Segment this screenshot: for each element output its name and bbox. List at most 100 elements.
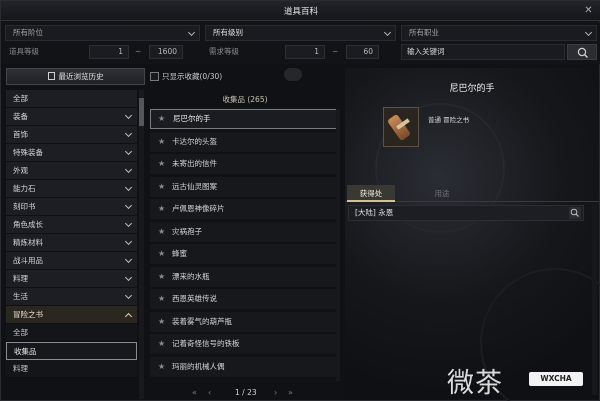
req-level-min-input[interactable]: 1 <box>285 45 325 59</box>
item-name: 漂来的水瓶 <box>172 271 210 281</box>
list-item[interactable]: ★ 未寄出的信件 <box>150 154 340 174</box>
last-page-button[interactable]: » <box>288 386 293 399</box>
tab-label: 获得处 <box>359 189 383 198</box>
item-name: 未寄出的信件 <box>172 159 217 168</box>
category-list: 全部 装备 首饰 特殊装备 外观 能力石 刻印书 角色成长 精炼材料 战斗用品 … <box>6 90 137 378</box>
category-cooking[interactable]: 料理 <box>6 270 137 288</box>
close-icon[interactable]: ✕ <box>582 4 595 17</box>
item-detail-panel: 尼巴尔的手 普通 冒险之书 获得处 用途 [大陆] 永恩 <box>345 68 600 401</box>
tab-usage[interactable]: 用途 <box>397 185 487 202</box>
part-select[interactable]: 所有阶位 <box>5 25 200 41</box>
chevron-down-icon <box>124 111 133 120</box>
category-label: 外观 <box>13 166 28 175</box>
star-icon[interactable]: ★ <box>158 132 165 152</box>
list-item[interactable]: ★ 卢佩恩神像碎片 <box>150 199 340 219</box>
item-name: 尼巴尔的手 <box>173 114 211 123</box>
source-scrollbar[interactable] <box>592 205 597 395</box>
star-icon[interactable]: ★ <box>158 110 165 128</box>
chevron-down-icon <box>124 201 133 210</box>
detail-item-name: 尼巴尔的手 <box>449 84 495 94</box>
list-item[interactable]: ★ 远古仙灵图案 <box>150 176 340 197</box>
window-title: 道具百科 <box>283 7 318 17</box>
category-label: 刻印书 <box>13 202 36 211</box>
list-item[interactable]: ★ 蜂蜜 <box>150 244 340 264</box>
category-label: 全部 <box>13 94 28 103</box>
watermark-logo: 微茶 <box>447 368 503 399</box>
category-label: 装备 <box>13 112 28 121</box>
list-item[interactable]: ★ 玛丽的机械人偶 <box>150 356 340 377</box>
list-item[interactable]: ★ 装着雾气的葫芦瓶 <box>150 311 340 332</box>
job-select[interactable]: 所有职业 <box>401 25 597 41</box>
star-icon[interactable]: ★ <box>158 267 165 287</box>
star-icon[interactable]: ★ <box>158 244 165 264</box>
chevron-down-icon <box>584 28 593 37</box>
category-accessory[interactable]: 首饰 <box>6 126 137 144</box>
category-scrollbar[interactable] <box>139 90 144 399</box>
star-icon[interactable]: ★ <box>158 357 165 377</box>
item-name: 西恩英雄传说 <box>172 294 217 303</box>
first-page-button[interactable]: « <box>192 386 197 399</box>
item-list-scrollbar[interactable] <box>336 109 340 381</box>
list-item[interactable]: ★ 记着奇怪信号的铁板 <box>150 334 340 354</box>
list-item[interactable]: ★ 灾祸孢子 <box>150 221 340 242</box>
grade-select[interactable]: 所有级别 <box>205 25 396 41</box>
star-icon[interactable]: ★ <box>158 199 165 219</box>
prev-page-button[interactable]: ‹ <box>208 386 211 399</box>
chevron-down-icon <box>124 291 133 300</box>
list-item[interactable]: ★ 卡达尔的头盔 <box>150 131 340 152</box>
filter-bar: 所有阶位 所有级别 所有职业 道具等级 1 ~ 1600 需求等级 1 ~ 60… <box>1 22 600 64</box>
category-ability-stone[interactable]: 能力石 <box>6 180 137 198</box>
chat-bubble-icon[interactable] <box>284 68 302 81</box>
next-page-button[interactable]: › <box>274 386 277 399</box>
category-label: 能力石 <box>13 184 36 193</box>
page-indicator: 1 / 23 <box>235 388 257 397</box>
category-battle-item[interactable]: 战斗用品 <box>6 252 137 270</box>
category-special-equipment[interactable]: 特殊装备 <box>6 144 137 162</box>
source-row[interactable]: [大陆] 永恩 <box>348 205 584 221</box>
watermark-tag: WXCHA <box>529 372 583 386</box>
scrollbar-thumb[interactable] <box>139 98 144 126</box>
req-level-label: 需求等级 <box>209 47 239 56</box>
star-icon[interactable]: ★ <box>158 222 165 242</box>
star-icon[interactable]: ★ <box>158 177 165 197</box>
category-equipment[interactable]: 装备 <box>6 108 137 126</box>
subcategory-all[interactable]: 全部 <box>6 324 137 342</box>
category-engraving-book[interactable]: 刻印书 <box>6 198 137 216</box>
search-button[interactable] <box>567 44 597 60</box>
item-level-max-input[interactable]: 1600 <box>149 45 183 59</box>
list-item[interactable]: ★ 漂来的水瓶 <box>150 266 340 287</box>
detail-tabs: 获得处 用途 <box>345 185 599 202</box>
history-icon <box>47 72 55 80</box>
list-item[interactable]: ★ 尼巴尔的手 <box>150 109 340 129</box>
subcategory-cooking[interactable]: 料理 <box>6 360 137 378</box>
locate-button[interactable] <box>569 207 581 219</box>
star-icon[interactable]: ★ <box>158 312 165 332</box>
item-list: ★ 尼巴尔的手 ★ 卡达尔的头盔 ★ 未寄出的信件 ★ 远古仙灵图案 ★ 卢佩恩神像碎片 … <box>150 109 340 379</box>
category-life[interactable]: 生活 <box>6 288 137 306</box>
item-level-min-input[interactable]: 1 <box>89 45 129 59</box>
category-refining-material[interactable]: 精炼材料 <box>6 234 137 252</box>
recent-history-button[interactable]: 最近浏览历史 <box>6 68 145 85</box>
category-appearance[interactable]: 外观 <box>6 162 137 180</box>
star-icon[interactable]: ★ <box>158 154 165 174</box>
category-sidebar: 最近浏览历史 全部 装备 首饰 特殊装备 外观 能力石 刻印书 角色成长 精炼材… <box>4 68 146 399</box>
category-all[interactable]: 全部 <box>6 90 137 108</box>
subcategory-collectibles[interactable]: 收集品 <box>6 342 137 360</box>
favorites-only-toggle[interactable]: 只显示收藏(0/30) <box>150 71 222 82</box>
item-icon <box>383 107 419 147</box>
item-name: 装着雾气的葫芦瓶 <box>172 316 232 326</box>
search-icon <box>577 47 588 58</box>
keyword-input[interactable]: 输入关键词 <box>401 44 565 60</box>
category-label: 首饰 <box>13 130 28 139</box>
category-character-growth[interactable]: 角色成长 <box>6 216 137 234</box>
star-icon[interactable]: ★ <box>158 289 165 309</box>
item-grade-type: 普通 冒险之书 <box>428 116 470 124</box>
checkbox[interactable] <box>150 72 159 81</box>
category-label: 料理 <box>13 274 28 283</box>
tab-acquisition[interactable]: 获得处 <box>347 185 395 202</box>
category-adventure-book[interactable]: 冒险之书 <box>6 306 137 324</box>
chevron-down-icon <box>124 237 133 246</box>
list-item[interactable]: ★ 西恩英雄传说 <box>150 289 340 309</box>
star-icon[interactable]: ★ <box>158 334 165 354</box>
req-level-max-input[interactable]: 60 <box>346 45 379 59</box>
